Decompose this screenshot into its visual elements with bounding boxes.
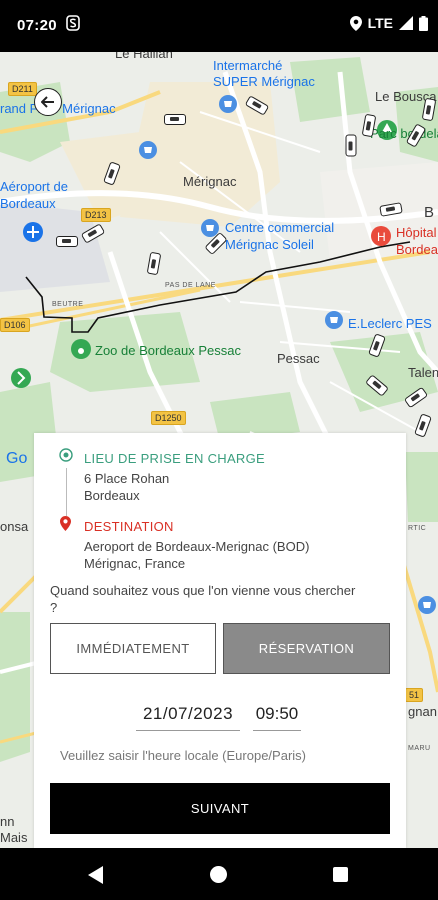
nav-back-icon[interactable]: [88, 866, 104, 884]
reservation-button[interactable]: RÉSERVATION: [223, 623, 390, 674]
status-bar: 07:20 LTE: [0, 0, 438, 52]
map-label-maru: MARU: [408, 745, 431, 752]
timezone-hint: Veuillez saisir l'heure locale (Europe/P…: [60, 748, 306, 763]
map-label-intermarche: Intermarché SUPER Mérignac: [213, 58, 315, 89]
google-logo: Go: [6, 450, 28, 467]
map-label-le-haillan: Le Haillan: [115, 52, 173, 61]
pickup-time-question: Quand souhaitez vous que l'on vienne vou…: [50, 583, 356, 615]
map-label-hopital: Hôpital Bordea: [396, 225, 438, 257]
map-label-talence: Talen: [408, 365, 438, 380]
map-label-rtic: RTIC: [408, 525, 427, 532]
time-field[interactable]: 09:50: [253, 704, 301, 731]
map-label-beutre: BEUTRE: [52, 301, 84, 308]
nav-recents-icon[interactable]: [333, 867, 348, 882]
taxi-car-icon: [164, 114, 186, 125]
network-type: LTE: [367, 15, 393, 31]
park-pin-icon: [11, 368, 31, 388]
destination-label: DESTINATION: [84, 519, 174, 534]
airport-pin-icon: [23, 222, 43, 242]
map-label-pas-de-lane: PAS DE LANE: [165, 282, 216, 289]
map-label-leclerc: E.Leclerc PES: [348, 316, 432, 331]
destination-address-line2: Mérignac, France: [84, 556, 186, 571]
arrow-left-icon: [41, 96, 54, 108]
app-notification-icon: [66, 15, 80, 31]
map-label-onsac: onsa: [0, 519, 29, 534]
destination-address-line1: Aeroport de Bordeaux-Merignac (BOD): [84, 539, 310, 554]
shopping-pin-icon: [418, 596, 436, 614]
road-badge: D106: [0, 318, 30, 332]
shopping-pin-icon: [139, 141, 157, 159]
signal-icon: [399, 16, 413, 30]
shopping-pin-icon: [325, 311, 343, 329]
map-label-merignac: Mérignac: [183, 174, 237, 189]
pickup-location-icon: [59, 448, 73, 462]
immediate-button[interactable]: IMMÉDIATEMENT: [50, 623, 216, 674]
hospital-pin-icon: H: [371, 226, 391, 246]
road-badge: D211: [8, 82, 37, 96]
taxi-car-icon: [56, 236, 78, 247]
status-time: 07:20: [17, 17, 57, 34]
route-connector: [66, 468, 67, 516]
map-label-b: B: [424, 204, 435, 221]
zoo-pin-icon: [71, 339, 91, 359]
destination-pin-icon: [60, 516, 71, 531]
pickup-label: LIEU DE PRISE EN CHARGE: [84, 451, 265, 466]
taxi-car-icon: [345, 134, 357, 157]
road-badge: D213: [81, 208, 111, 222]
pickup-address-line2: Bordeaux: [84, 488, 140, 503]
date-field[interactable]: 21/07/2023: [136, 704, 240, 731]
map-label-gnan: gnan: [408, 704, 437, 719]
map-label-nn: nn: [0, 814, 15, 829]
nav-home-icon[interactable]: [210, 866, 227, 883]
location-icon: [349, 15, 362, 31]
road-badge: 51: [405, 688, 424, 702]
pickup-address-line1: 6 Place Rohan: [84, 471, 170, 486]
shopping-pin-icon: [219, 95, 237, 113]
map-label-centre-commercial: Centre commercial Mérignac Soleil: [225, 220, 335, 252]
svg-text:H: H: [377, 230, 386, 244]
road-badge: D1250: [151, 411, 186, 425]
map-label-zoo: Zoo de Bordeaux Pessac: [95, 343, 241, 358]
status-icons: LTE: [349, 15, 428, 31]
map-label-pessac: Pessac: [277, 351, 320, 366]
next-button[interactable]: SUIVANT: [50, 783, 390, 834]
battery-icon: [419, 15, 428, 31]
back-button[interactable]: [34, 88, 62, 116]
map-label-parc-bordelais: Parc bordelais: [370, 126, 438, 141]
map-label-aeroport: Aéroport de Bordeaux: [0, 179, 68, 211]
map-label-mais: Mais: [0, 830, 28, 845]
